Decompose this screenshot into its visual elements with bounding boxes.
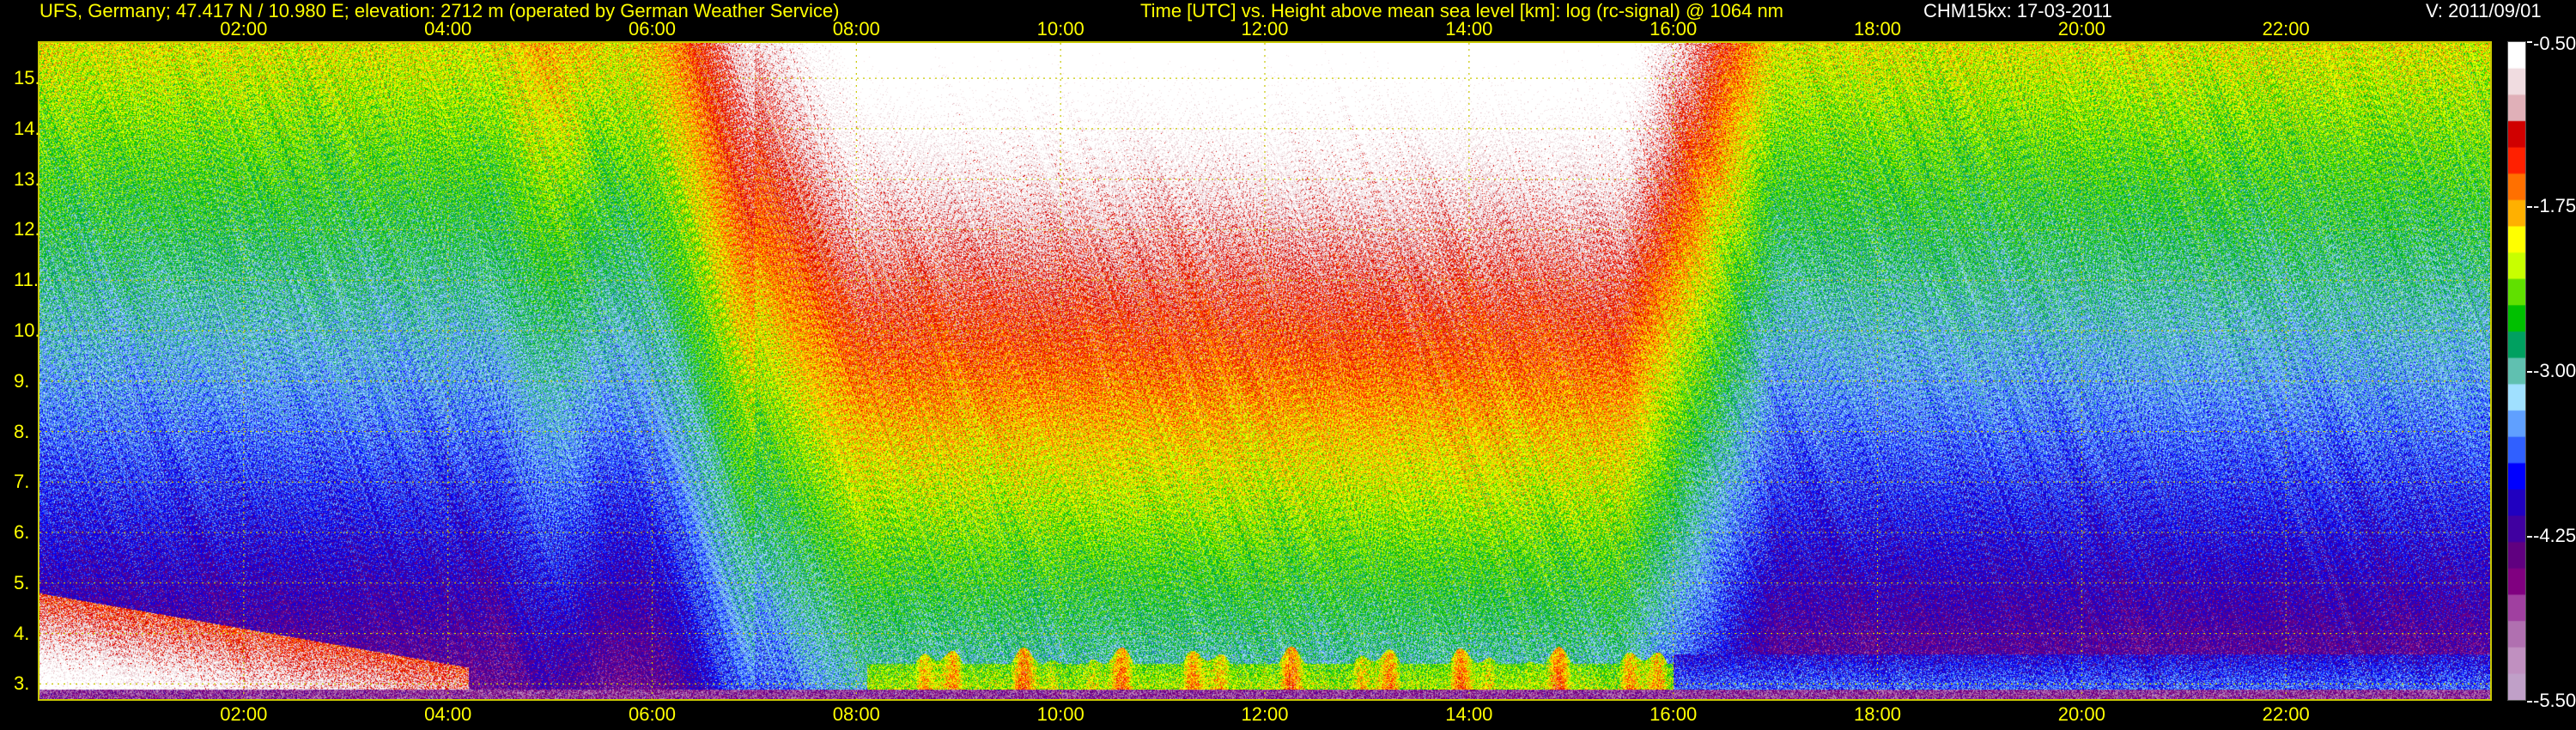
y-tick-label: 12. <box>14 218 40 240</box>
colorbar-tick-mark <box>2527 701 2532 703</box>
x-tick-label: 14:00 <box>1445 703 1493 725</box>
x-tick-label: 12:00 <box>1241 703 1289 725</box>
x-tick-label: 02:00 <box>220 18 268 40</box>
x-tick-label: 14:00 <box>1445 18 1493 40</box>
colorbar <box>2507 41 2526 701</box>
x-tick-label: 10:00 <box>1036 18 1084 40</box>
y-tick-label: 14. <box>14 117 40 139</box>
grid-lines <box>39 43 2490 699</box>
y-tick-label: 7. <box>14 471 30 493</box>
colorbar-tick-label: -3.00 <box>2533 360 2576 381</box>
x-tick-label: 12:00 <box>1241 18 1289 40</box>
colorbar-tick-mark <box>2527 371 2532 373</box>
y-tick-label: 6. <box>14 521 30 544</box>
colorbar-tick-label: -0.50 <box>2533 33 2576 54</box>
x-tick-label: 02:00 <box>220 703 268 725</box>
x-tick-label: 22:00 <box>2262 18 2310 40</box>
x-tick-label: 16:00 <box>1649 18 1698 40</box>
colorbar-tick-mark <box>2527 41 2532 43</box>
x-tick-label: 22:00 <box>2262 703 2310 725</box>
colorbar-tick-label: -1.75 <box>2533 195 2576 216</box>
x-tick-label: 18:00 <box>1853 18 1902 40</box>
version-label: V: 2011/09/01 <box>2426 0 2542 21</box>
y-tick-label: 15. <box>14 67 40 89</box>
x-tick-label: 04:00 <box>424 18 472 40</box>
x-tick-label: 18:00 <box>1853 703 1902 725</box>
y-tick-label: 13. <box>14 167 40 190</box>
x-tick-label: 06:00 <box>628 703 677 725</box>
x-tick-label: 04:00 <box>424 703 472 725</box>
x-tick-label: 20:00 <box>2057 18 2105 40</box>
x-tick-label: 08:00 <box>832 703 880 725</box>
plot-area <box>38 41 2492 701</box>
y-tick-label: 9. <box>14 369 30 392</box>
x-tick-label: 10:00 <box>1036 703 1084 725</box>
colorbar-tick-label: -4.25 <box>2533 525 2576 546</box>
y-tick-label: 11. <box>14 269 39 291</box>
x-tick-label: 06:00 <box>628 18 677 40</box>
colorbar-tick-label: -5.50 <box>2533 690 2576 711</box>
x-tick-label: 16:00 <box>1649 703 1698 725</box>
x-tick-label: 20:00 <box>2057 703 2105 725</box>
y-tick-label: 8. <box>14 420 30 442</box>
y-tick-label: 3. <box>14 672 30 695</box>
x-tick-label: 08:00 <box>832 18 880 40</box>
y-tick-label: 4. <box>14 622 30 644</box>
y-tick-label: 10. <box>14 319 40 341</box>
colorbar-tick-mark <box>2527 206 2532 208</box>
y-tick-label: 5. <box>14 571 30 593</box>
colorbar-tick-mark <box>2527 536 2532 538</box>
